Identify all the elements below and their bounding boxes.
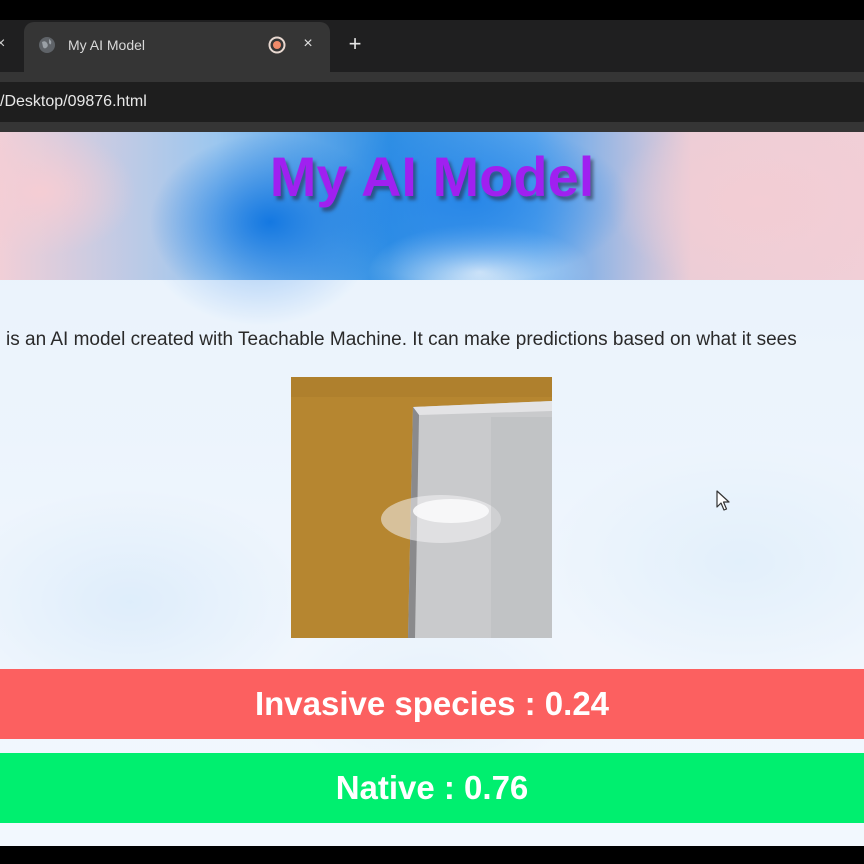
previous-tab-close-icon[interactable]: × xyxy=(0,34,10,54)
tab-title: My AI Model xyxy=(68,37,146,53)
mouse-pointer-icon xyxy=(716,490,730,511)
webcam-feed xyxy=(291,377,552,638)
prediction-bar-native: Native : 0.76 xyxy=(0,753,864,823)
tab-my-ai-model[interactable]: My AI Model × xyxy=(24,22,330,72)
url-text[interactable]: /Desktop/09876.html xyxy=(0,93,147,111)
screen: × My AI Model × + /Desktop/09876.html My… xyxy=(0,0,864,864)
globe-icon xyxy=(39,37,55,53)
model-description: is an AI model created with Teachable Ma… xyxy=(6,329,797,350)
page-viewport: My AI Model is an AI model created with … xyxy=(0,132,864,846)
address-bar[interactable]: /Desktop/09876.html xyxy=(0,82,864,122)
tab-close-icon[interactable]: × xyxy=(298,34,318,54)
page-title: My AI Model xyxy=(269,145,595,208)
recording-icon xyxy=(268,36,286,54)
prediction-bar-invasive-species: Invasive species : 0.24 xyxy=(0,669,864,739)
new-tab-button[interactable]: + xyxy=(344,33,366,55)
header-banner: My AI Model xyxy=(0,132,864,280)
browser-toolbar: /Desktop/09876.html xyxy=(0,72,864,132)
